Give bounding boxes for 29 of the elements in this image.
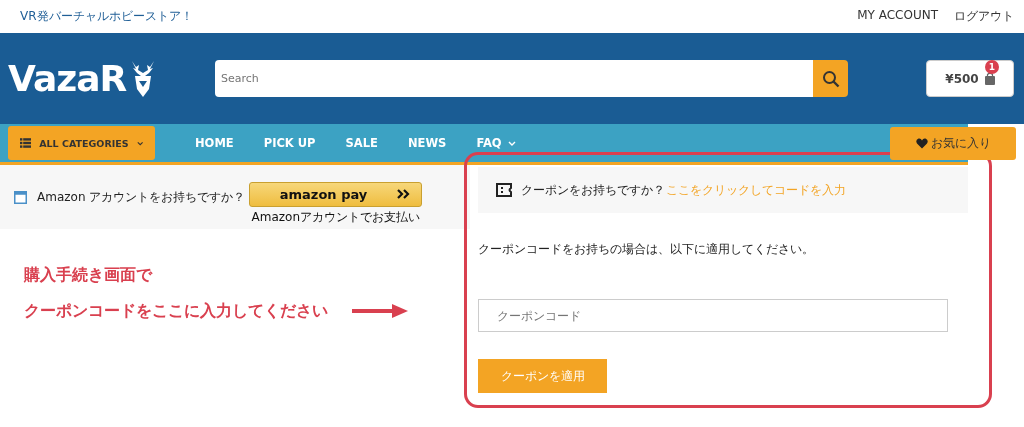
window-icon bbox=[14, 190, 27, 204]
list-icon bbox=[20, 137, 32, 149]
amazon-question: Amazon アカウントをお持ちですか？ bbox=[37, 188, 246, 206]
chevron-down-icon bbox=[507, 140, 516, 146]
heart-icon bbox=[915, 137, 928, 149]
double-chevron-icon bbox=[397, 189, 412, 199]
amazon-pay-caption: Amazonアカウントでお支払い bbox=[251, 209, 421, 225]
bag-icon bbox=[984, 72, 995, 85]
logo-text[interactable]: VazaR bbox=[8, 58, 127, 99]
cart-total: ¥500 bbox=[945, 71, 979, 86]
ticket-icon bbox=[496, 183, 512, 197]
search-field[interactable]: Search bbox=[215, 60, 813, 97]
coupon-instructions: クーポンコードをお持ちの場合は、以下に適用してください。 bbox=[478, 241, 814, 258]
categories-button[interactable]: ALL CATEGORIES bbox=[8, 126, 155, 160]
arrow-icon bbox=[352, 304, 408, 318]
favorites-button[interactable]: お気に入り bbox=[890, 126, 1016, 160]
annotation-text: 購入手続き画面で bbox=[24, 264, 154, 286]
account-link[interactable]: MY ACCOUNT bbox=[857, 8, 938, 25]
search-button[interactable] bbox=[813, 60, 848, 97]
amazon-pay-button[interactable]: amazon pay bbox=[249, 181, 423, 207]
cart-button[interactable]: ¥500 1 bbox=[926, 60, 1014, 97]
cart-count-badge: 1 bbox=[985, 60, 999, 74]
coupon-question: クーポンをお持ちですか？ bbox=[521, 181, 665, 199]
coupon-code-field[interactable]: クーポンコード bbox=[478, 299, 948, 332]
account-link[interactable]: ログアウト bbox=[954, 8, 1014, 25]
annotation-text: クーポンコードをここに入力してください bbox=[24, 300, 328, 322]
tagline: VR発バーチャルホビーストア！ bbox=[20, 8, 193, 25]
search-icon bbox=[821, 69, 840, 88]
chevron-down-icon bbox=[136, 140, 143, 146]
